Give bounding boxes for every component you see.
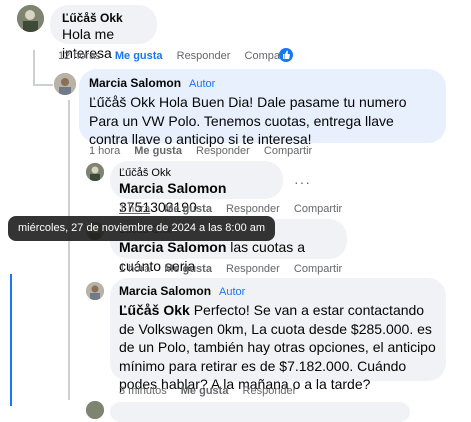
reply-button[interactable]: Responder [226,203,280,215]
reply-button[interactable]: Responder [196,145,250,157]
comment-author[interactable]: Marcia Salomon [89,76,181,90]
comment-time[interactable]: 3 minutos [119,385,167,397]
avatar[interactable] [54,73,76,95]
thread-line-branch [33,84,53,86]
like-button[interactable]: Me gusta [181,385,229,397]
share-button[interactable]: Compartir [264,145,312,157]
thread-line-main [33,50,35,86]
comment-bubble: Ľűčåš Okk Marcia Salomon 3751303190 [110,161,283,215]
comment-bubble: Marcia Salomon Autor Ľűčåš Okk Hola Buen … [79,69,446,147]
thread-line-sub [68,100,70,400]
comment-bubble: Ľűčåš Okk Hola me interesa [50,5,157,61]
comment-author[interactable]: Ľűčåš Okk [119,167,274,179]
avatar[interactable] [86,163,104,181]
author-badge: Autor [189,78,216,90]
like-button[interactable]: Me gusta [164,203,212,215]
reply-button[interactable]: Responder [177,50,231,62]
comment-text: Ľűčåš Okk Hola Buen Dia! Dale pasame tu … [89,94,407,147]
avatar[interactable] [86,282,104,300]
avatar[interactable] [17,5,44,32]
author-badge: Autor [219,286,246,298]
share-button[interactable]: Compartir [294,263,342,275]
reply-button[interactable]: Responder [243,385,297,397]
mention-link[interactable]: Marcia Salomon [119,239,226,255]
comment-time[interactable]: 12 horas [58,50,101,62]
like-reaction-icon[interactable] [279,48,293,62]
comment-author[interactable]: Marcia Salomon [119,284,211,298]
comment-bubble [110,402,410,422]
comment-actions: 1 hora Me gusta Responder Compartir [89,145,323,157]
comment-actions: 1 hora Me gusta Responder Compartir [119,203,353,215]
like-button[interactable]: Me gusta [115,50,163,62]
more-options-icon[interactable]: ··· [294,174,311,190]
mention-link[interactable]: Marcia Salomon [119,180,226,196]
comment-actions: 12 horas Me gusta Responder Compartir [58,50,304,62]
like-button[interactable]: Me gusta [164,263,212,275]
comment-actions: 1 hora Me gusta Responder Compartir [119,263,353,275]
comment-author[interactable]: Ľűčåš Okk [62,11,145,25]
comment-time[interactable]: 1 hora [119,263,150,275]
reply-button[interactable]: Responder [226,263,280,275]
avatar[interactable] [86,401,104,419]
like-button[interactable]: Me gusta [134,145,182,157]
mention-link[interactable]: Ľűčåš Okk [119,302,190,318]
thread-line-active [10,274,12,406]
comment-time[interactable]: 1 hora [89,145,120,157]
comment-actions: 3 minutos Me gusta Responder [119,385,307,397]
share-button[interactable]: Compartir [294,203,342,215]
timestamp-tooltip: miércoles, 27 de noviembre de 2024 a las… [8,216,276,241]
comment-time[interactable]: 1 hora [119,203,150,215]
comment-bubble: Marcia Salomon Autor Ľűčåš Okk Perfecto! … [110,278,446,392]
